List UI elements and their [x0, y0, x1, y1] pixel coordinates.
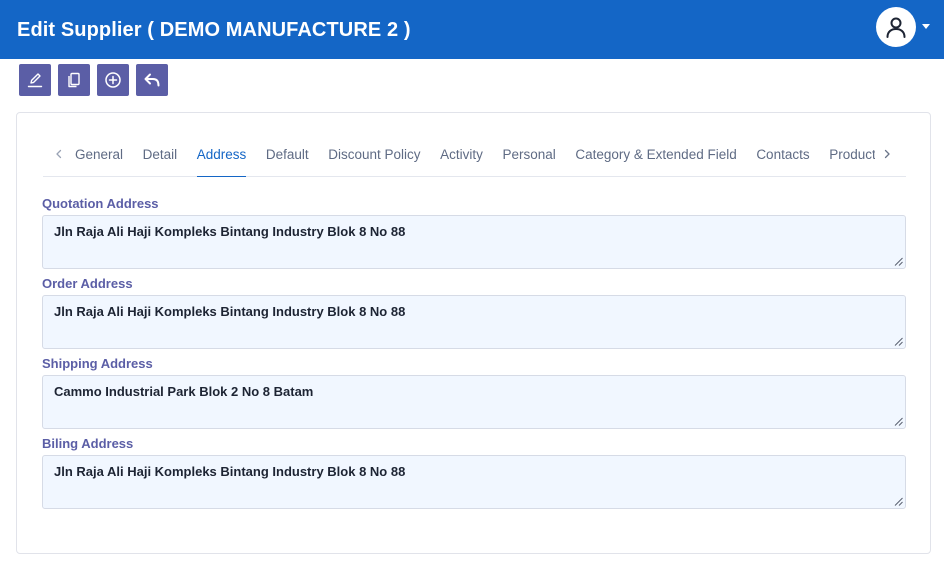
quotation-address-textarea[interactable]: Jln Raja Ali Haji Kompleks Bintang Indus… [42, 215, 906, 269]
tab-bar: General Detail Address Default Discount … [43, 133, 906, 177]
shipping-address-textarea[interactable]: Cammo Industrial Park Blok 2 No 8 Batam [42, 375, 906, 429]
copy-icon [68, 72, 80, 88]
chevron-left-icon [56, 149, 62, 159]
resize-handle-icon[interactable] [894, 497, 903, 506]
resize-handle-icon[interactable] [894, 417, 903, 426]
add-circle-icon [105, 72, 121, 88]
add-button[interactable] [97, 64, 129, 96]
chevron-right-icon [884, 149, 890, 159]
tab-default[interactable]: Default [256, 133, 318, 177]
tab-activity[interactable]: Activity [430, 133, 492, 177]
page-title: Edit Supplier ( DEMO MANUFACTURE 2 ) [17, 19, 411, 41]
tab-address[interactable]: Address [187, 133, 256, 177]
app-header: Edit Supplier ( DEMO MANUFACTURE 2 ) [0, 0, 944, 59]
edit-icon [27, 73, 43, 88]
tab-detail[interactable]: Detail [133, 133, 187, 177]
tab-contacts[interactable]: Contacts [747, 133, 820, 177]
back-button[interactable] [136, 64, 168, 96]
tab-list: General Detail Address Default Discount … [75, 133, 875, 177]
user-icon [886, 17, 906, 38]
quotation-address-value: Jln Raja Ali Haji Kompleks Bintang Indus… [54, 224, 406, 239]
order-address-label: Order Address [42, 276, 133, 291]
tab-scroll-left-button[interactable] [52, 147, 66, 161]
copy-button[interactable] [58, 64, 90, 96]
resize-handle-icon[interactable] [894, 337, 903, 346]
tab-category-extended-field[interactable]: Category & Extended Field [566, 133, 747, 177]
tab-viewport: General Detail Address Default Discount … [75, 133, 875, 177]
billing-address-value: Jln Raja Ali Haji Kompleks Bintang Indus… [54, 464, 406, 479]
action-toolbar [19, 64, 168, 96]
edit-button[interactable] [19, 64, 51, 96]
user-avatar-button[interactable] [876, 7, 916, 47]
shipping-address-label: Shipping Address [42, 356, 153, 371]
order-address-textarea[interactable]: Jln Raja Ali Haji Kompleks Bintang Indus… [42, 295, 906, 349]
tab-scroll-right-button[interactable] [880, 147, 894, 161]
shipping-address-value: Cammo Industrial Park Blok 2 No 8 Batam [54, 384, 314, 399]
undo-icon [144, 73, 160, 87]
resize-handle-icon[interactable] [894, 257, 903, 266]
tab-personal[interactable]: Personal [493, 133, 566, 177]
user-menu-caret-icon[interactable] [922, 24, 930, 29]
tab-product-category[interactable]: Product Category [819, 133, 875, 177]
tab-general[interactable]: General [75, 133, 133, 177]
order-address-value: Jln Raja Ali Haji Kompleks Bintang Indus… [54, 304, 406, 319]
tab-discount-policy[interactable]: Discount Policy [318, 133, 430, 177]
address-card: General Detail Address Default Discount … [16, 112, 931, 554]
billing-address-label: Biling Address [42, 436, 134, 451]
billing-address-textarea[interactable]: Jln Raja Ali Haji Kompleks Bintang Indus… [42, 455, 906, 509]
quotation-address-label: Quotation Address [42, 196, 159, 211]
